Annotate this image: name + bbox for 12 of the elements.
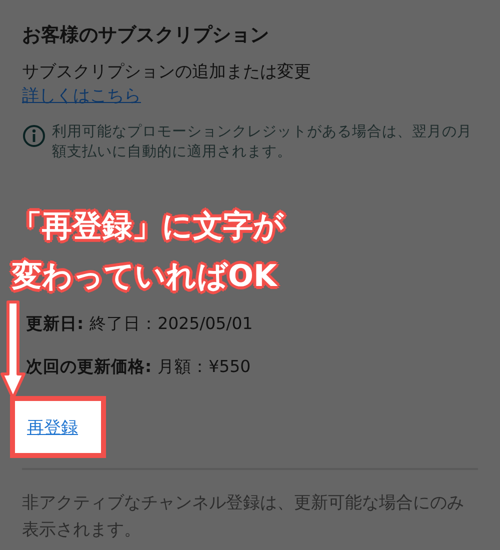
section-title: お客様のサブスクリプション	[22, 23, 270, 48]
footer-note: 非アクティブなチャンネル登録は、更新可能な場合にのみ表示されます。	[22, 492, 465, 542]
detail-value: 月額：¥550	[158, 356, 251, 378]
annotation-text: 「再登録」に文字が	[12, 208, 284, 246]
detail-label: 更新日:	[26, 313, 84, 335]
annotation-text: 変わっていればOK	[12, 258, 278, 296]
info-text: 利用可能なプロモーションクレジットがある場合は、翌月の月額支払いに自動的に適用されます。	[52, 122, 473, 162]
description-text: サブスクリプションの追加または変更	[22, 61, 312, 84]
detail-label: 次回の更新価格:	[26, 356, 152, 378]
info-icon	[22, 124, 46, 148]
detail-value: 終了日：2025/05/01	[90, 313, 253, 335]
resubscribe-link[interactable]: 再登録	[27, 416, 78, 438]
